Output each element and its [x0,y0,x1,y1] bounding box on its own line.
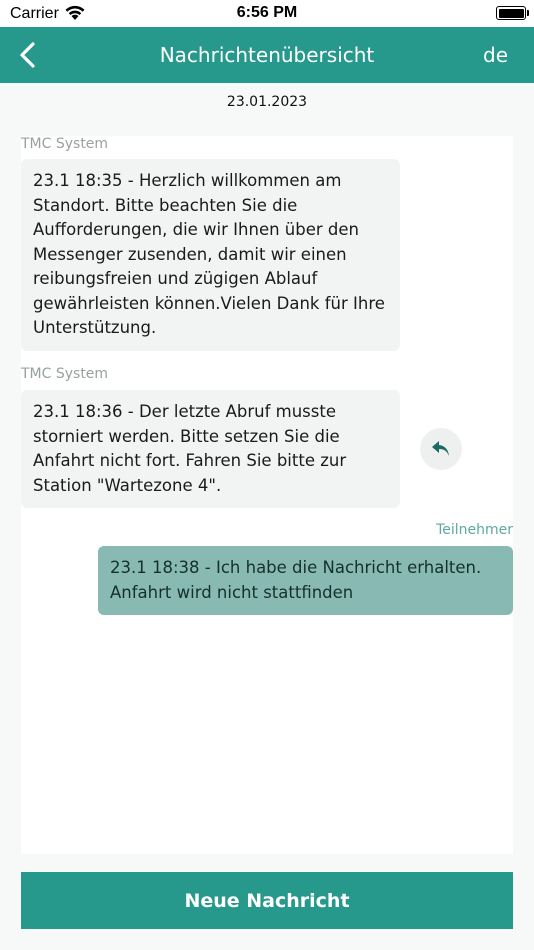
message-bubble-own: 23.1 18:38 - Ich habe die Nachricht erha… [98,546,513,615]
message-sender: TMC System [21,136,109,152]
navigation-bar: Nachrichtenübersicht de [0,27,534,83]
status-bar: Carrier 6:56 PM [0,0,534,27]
message-list[interactable]: TMC System 23.1 18:35 - Herzlich willkom… [21,136,513,854]
page-title: Nachrichtenübersicht [159,43,375,67]
message-bubble: 23.1 18:36 - Der letzte Abruf musste sto… [21,390,400,508]
battery-icon [496,6,529,20]
reply-button[interactable] [420,428,462,470]
message-sender: TMC System [21,366,109,382]
reply-arrow-icon [432,441,449,456]
language-switch[interactable]: de [483,27,508,83]
message-sender: Teilnehmer [436,522,513,538]
clock: 6:56 PM [236,4,298,21]
date-header: 23.01.2023 [226,94,308,110]
message-bubble: 23.1 18:35 - Herzlich willkommen am Stan… [21,159,400,351]
new-message-button[interactable]: Neue Nachricht [21,872,513,929]
